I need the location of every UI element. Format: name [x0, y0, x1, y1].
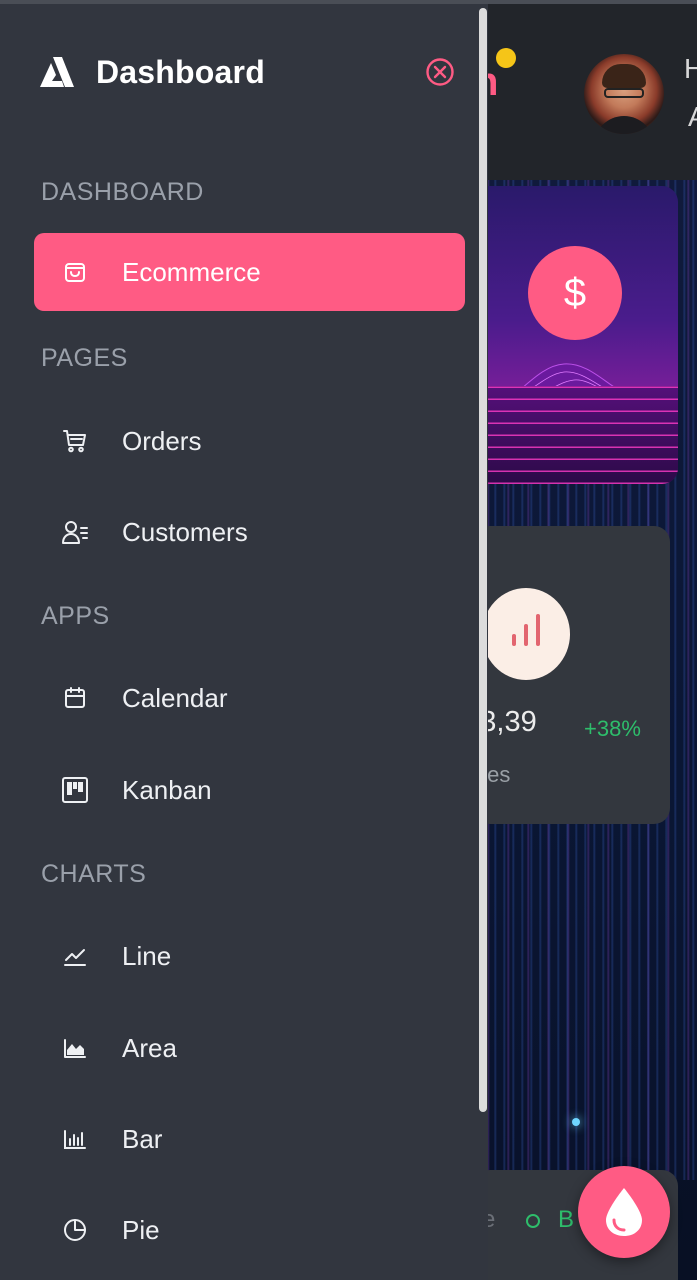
sidebar-item-label: Orders — [122, 425, 202, 456]
user-avatar[interactable] — [584, 54, 664, 134]
area-chart-icon — [62, 1035, 88, 1061]
section-title-apps: APPS — [41, 602, 110, 630]
sidebar-item-orders[interactable]: Orders — [34, 402, 465, 480]
sidebar-item-label: Pie — [122, 1214, 160, 1245]
user-role: A — [688, 102, 697, 132]
dollar-icon: $ — [528, 246, 622, 340]
stat-icon-background — [482, 588, 570, 680]
sidebar-brand[interactable]: Dashboard — [40, 50, 265, 94]
promo-card: $ — [474, 186, 678, 484]
sidebar-item-pie[interactable]: Pie — [34, 1191, 465, 1269]
sidebar-item-label: Area — [122, 1032, 177, 1063]
close-sidebar-button[interactable] — [424, 56, 456, 88]
brand-logo-icon — [40, 57, 74, 87]
sidebar-item-label: Line — [122, 940, 172, 971]
shopping-bag-icon — [62, 259, 88, 285]
line-chart-icon — [62, 943, 88, 969]
sidebar-title: Dashboard — [96, 53, 265, 90]
notification-dot[interactable] — [496, 48, 516, 68]
sidebar-item-area[interactable]: Area — [34, 1009, 465, 1087]
kanban-icon — [62, 777, 88, 803]
sidebar-item-ecommerce[interactable]: Ecommerce — [34, 233, 465, 311]
close-icon — [426, 58, 454, 86]
sales-stat-card: 423,39 +38% ales — [448, 526, 670, 824]
droplet-icon — [606, 1188, 642, 1236]
stat-change-badge: +38% — [584, 716, 641, 741]
sidebar-item-label: Customers — [122, 516, 248, 547]
sidebar-item-bar[interactable]: Bar — [34, 1100, 465, 1178]
sidebar: Dashboard DASHBOARD Ecommerce PAGES Orde… — [0, 4, 488, 1280]
legend-item-active: B — [558, 1206, 575, 1233]
sidebar-item-label: Bar — [122, 1123, 163, 1154]
sidebar-item-customers[interactable]: Customers — [34, 493, 465, 571]
theme-settings-button[interactable] — [578, 1166, 670, 1258]
section-title-pages: PAGES — [41, 344, 128, 372]
sidebar-scrollbar[interactable] — [479, 8, 487, 1112]
app-viewport: n H A $ 423,39 +38% ales — [0, 0, 697, 1280]
calendar-icon — [62, 685, 88, 711]
sidebar-item-label: Kanban — [122, 774, 212, 805]
section-title-charts: CHARTS — [41, 860, 147, 888]
sidebar-item-label: Calendar — [122, 682, 228, 713]
customers-icon — [62, 519, 88, 545]
section-title-dashboard: DASHBOARD — [41, 178, 204, 206]
sidebar-item-label: Ecommerce — [122, 256, 261, 287]
user-name: H — [684, 53, 697, 84]
bar-chart-icon — [62, 1126, 88, 1152]
pie-chart-icon — [62, 1217, 88, 1243]
decorative-glow — [572, 1118, 580, 1126]
sidebar-item-calendar[interactable]: Calendar — [34, 659, 465, 737]
legend-dot-icon — [526, 1214, 540, 1228]
cart-icon — [62, 428, 88, 454]
neon-grid-graphic — [474, 386, 678, 484]
sidebar-item-line[interactable]: Line — [34, 917, 465, 995]
bar-chart-icon — [512, 614, 540, 646]
sidebar-item-kanban[interactable]: Kanban — [34, 751, 465, 829]
